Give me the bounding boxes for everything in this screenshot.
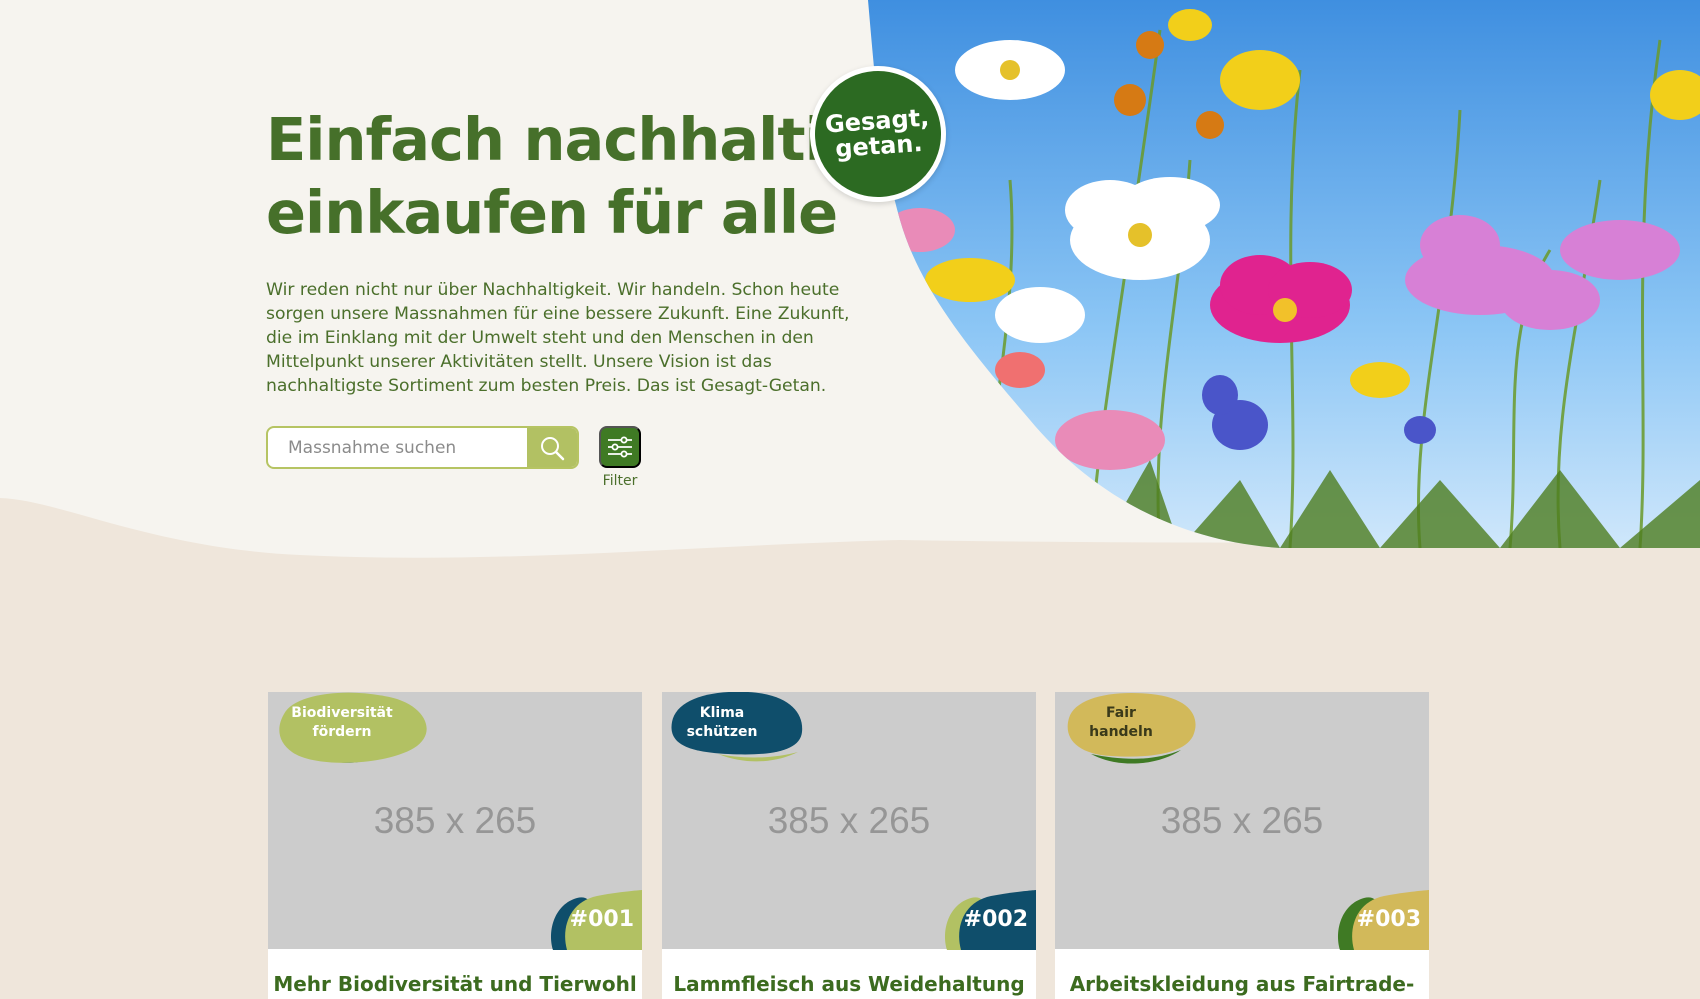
card-title: Arbeitskleidung aus Fairtrade- xyxy=(1069,972,1415,996)
search-input[interactable] xyxy=(268,428,527,467)
card-category: Klima schützen xyxy=(662,704,782,742)
card-category: Fair handeln xyxy=(1061,704,1181,742)
badge-line2: getan. xyxy=(834,128,924,163)
measure-card-003[interactable]: 385 x 265 Fair handeln #003 Arbeitskleid… xyxy=(1055,692,1429,999)
card-category-line2: handeln xyxy=(1089,724,1153,740)
card-title: Lammfleisch aus Weidehaltung xyxy=(673,972,1025,996)
card-category: Biodiversität fördern xyxy=(282,704,402,742)
filter-label: Filter xyxy=(602,473,638,489)
intro-text: Wir reden nicht nur über Nachhaltigkeit.… xyxy=(266,280,850,396)
card-category-line2: schützen xyxy=(686,724,758,740)
card-category-line1: Fair xyxy=(1106,705,1136,721)
hero-flower-photo xyxy=(868,0,1700,548)
sliders-icon xyxy=(608,436,632,458)
card-number: #001 xyxy=(569,907,634,932)
page-title-line2: einkaufen für alle xyxy=(266,178,838,247)
card-category-line1: Biodiversität xyxy=(291,705,393,721)
card-title: Mehr Biodiversität und Tierwohl xyxy=(273,972,637,996)
card-category-line2: fördern xyxy=(312,724,372,740)
page-title: Einfach nachhaltig einkaufen für alle xyxy=(266,103,866,249)
search-icon xyxy=(541,436,565,460)
measure-card-001[interactable]: 385 x 265 Biodiversität fördern #001 Meh… xyxy=(268,692,642,999)
card-number: #002 xyxy=(963,907,1028,932)
card-number: #003 xyxy=(1356,907,1421,932)
page-title-line1: Einfach nachhaltig xyxy=(266,105,866,174)
card-category-line1: Klima xyxy=(699,705,745,721)
search-button[interactable] xyxy=(527,428,577,467)
search-box xyxy=(266,426,579,469)
filter-button[interactable] xyxy=(599,426,641,468)
measure-card-002[interactable]: 385 x 265 Klima schützen #002 Lammfleisc… xyxy=(662,692,1036,999)
